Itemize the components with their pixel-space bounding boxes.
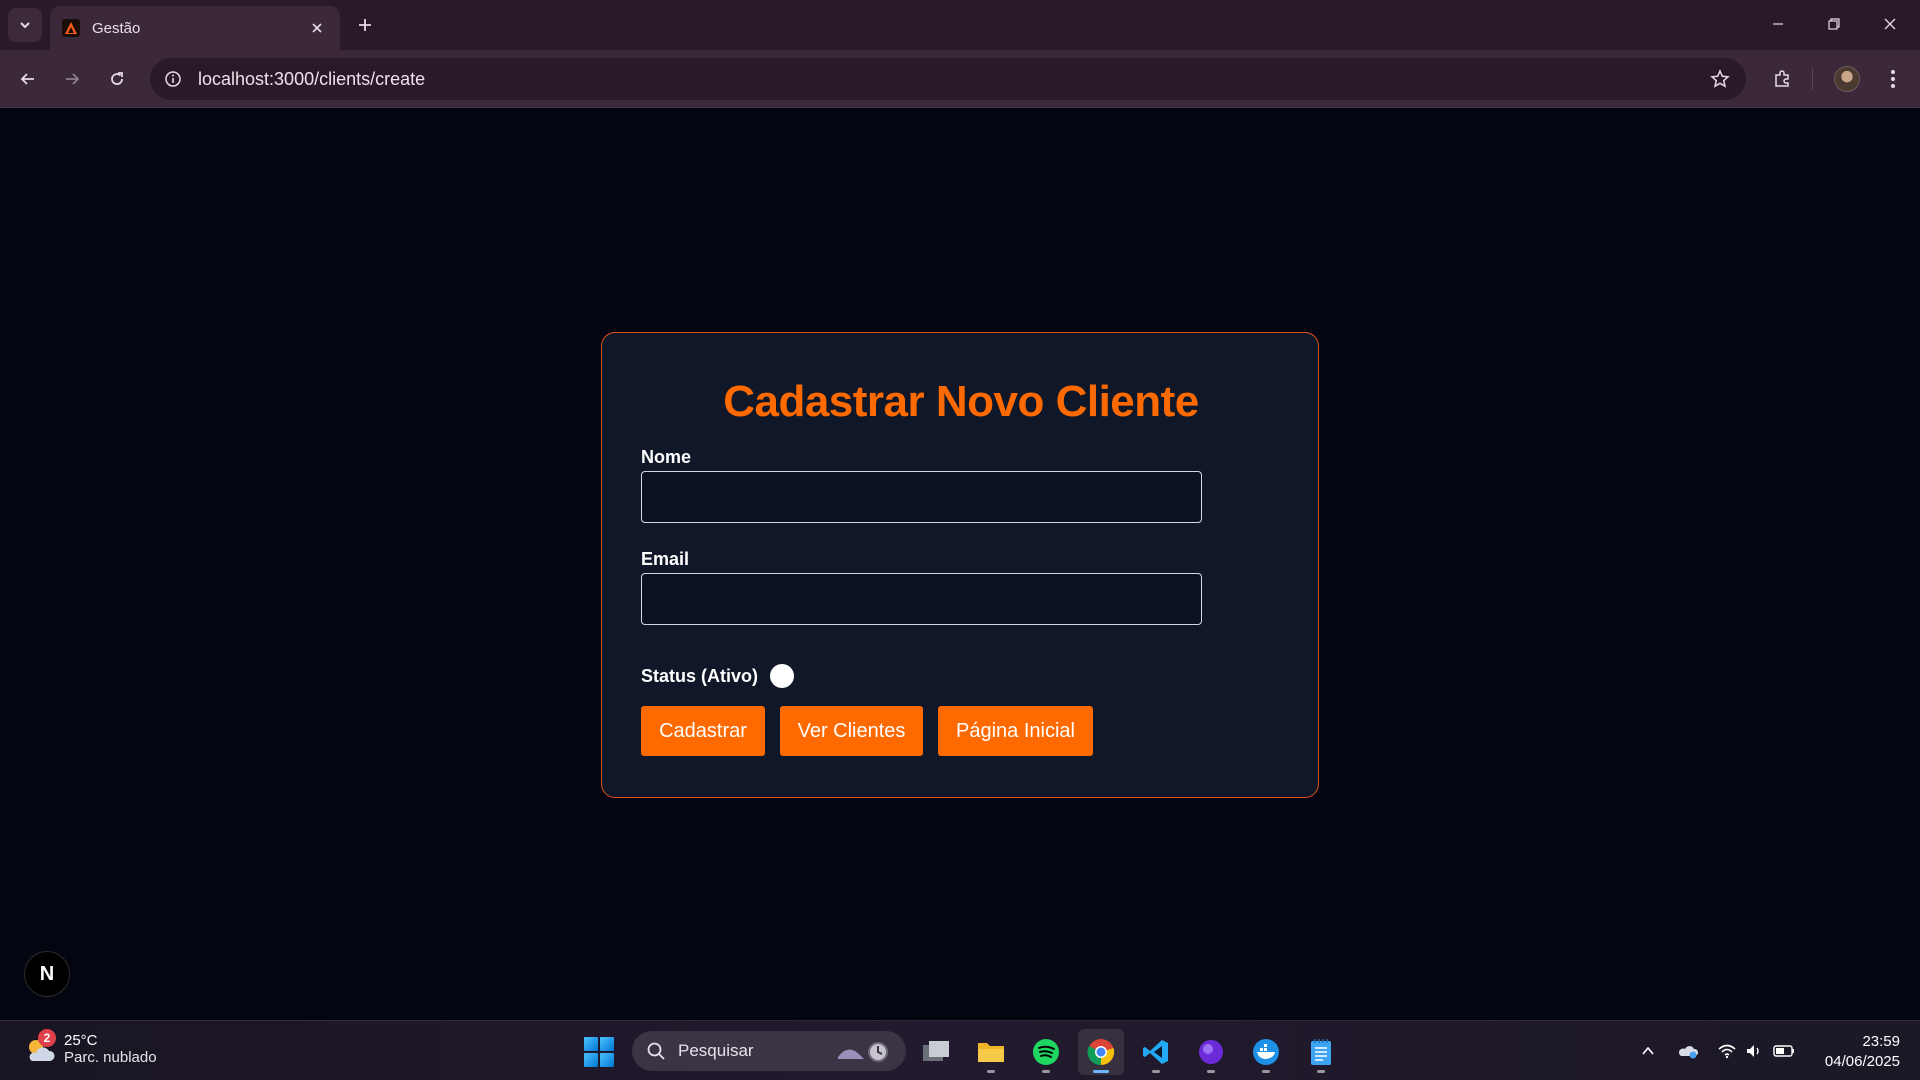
search-placeholder: Pesquisar [678, 1041, 754, 1060]
tab-title: Gestão [92, 19, 141, 37]
window-close-icon[interactable] [1870, 8, 1910, 40]
folder-icon[interactable] [968, 1029, 1014, 1075]
wifi-icon[interactable] [1715, 1039, 1739, 1063]
extensions-icon[interactable] [1766, 63, 1798, 95]
onedrive-icon[interactable] [1676, 1039, 1700, 1063]
url-text: localhost:3000/clients/create [198, 68, 426, 89]
info-icon[interactable] [162, 68, 184, 90]
vscode-icon[interactable] [1133, 1029, 1179, 1075]
search-highlight-icon [838, 1042, 888, 1062]
forward-icon[interactable] [56, 63, 88, 95]
volume-icon[interactable] [1743, 1039, 1767, 1063]
home-page-button[interactable]: Página Inicial [938, 706, 1093, 756]
weather-temperature: 25°C [64, 1032, 98, 1049]
avatar [1834, 66, 1860, 92]
minimize-icon[interactable] [1758, 8, 1798, 40]
docker-icon[interactable] [1243, 1029, 1289, 1075]
create-client-form: Cadastrar Novo Cliente Nome Email Status… [601, 332, 1319, 798]
windows-start-icon[interactable] [584, 1037, 614, 1067]
close-icon[interactable] [306, 17, 328, 39]
taskbar: 2 25°C Parc. nublado Pesquisar 23:59 04/… [0, 1020, 1920, 1080]
spotify-icon[interactable] [1023, 1029, 1069, 1075]
status-label: Status (Ativo) [641, 665, 758, 686]
notepad-icon[interactable] [1298, 1029, 1344, 1075]
taskbar-search[interactable]: Pesquisar [632, 1031, 906, 1071]
name-label: Nome [641, 447, 692, 467]
toggle-knob [770, 664, 794, 688]
page-title: Cadastrar Novo Cliente [723, 377, 1199, 426]
star-icon[interactable] [1708, 67, 1732, 91]
browser-tab[interactable]: Gestão [50, 6, 340, 50]
email-input[interactable] [641, 573, 1202, 625]
status-row: Status (Ativo) [641, 661, 824, 691]
weather-widget[interactable]: 2 25°C Parc. nublado [22, 1029, 157, 1067]
purple-app-icon[interactable] [1188, 1029, 1234, 1075]
address-bar[interactable]: localhost:3000/clients/create [150, 58, 1746, 100]
restore-icon[interactable] [1814, 8, 1854, 40]
chevron-up-icon[interactable] [1636, 1039, 1660, 1063]
nextjs-badge-letter: N [39, 962, 55, 985]
reload-icon[interactable] [101, 63, 133, 95]
file-manager-icon[interactable] [913, 1029, 959, 1075]
menu-icon[interactable] [1877, 63, 1909, 95]
notification-badge: 2 [38, 1029, 56, 1047]
plus-icon[interactable] [350, 10, 380, 40]
name-input[interactable] [641, 471, 1202, 523]
clock-time: 23:59 [1862, 1033, 1900, 1050]
email-label: Email [641, 549, 690, 569]
page-content: Cadastrar Novo Cliente Nome Email Status… [0, 109, 1920, 1020]
profile-button[interactable] [1831, 63, 1863, 95]
clock-date: 04/06/2025 [1824, 1053, 1900, 1070]
favicon-icon [62, 19, 80, 37]
system-clock[interactable]: 23:59 04/06/2025 [1810, 1032, 1900, 1072]
browser-toolbar: localhost:3000/clients/create [0, 50, 1920, 108]
back-icon[interactable] [12, 63, 44, 95]
weather-condition: Parc. nublado [64, 1049, 157, 1066]
status-toggle[interactable] [770, 661, 824, 691]
weather-icon: 2 [22, 1029, 58, 1067]
nextjs-dev-badge[interactable]: N [24, 951, 70, 997]
battery-icon[interactable] [1772, 1039, 1796, 1063]
tab-list-icon[interactable] [8, 8, 42, 42]
submit-button[interactable]: Cadastrar [641, 706, 765, 756]
toolbar-divider [1812, 68, 1813, 90]
chrome-icon[interactable] [1078, 1029, 1124, 1075]
search-icon [647, 1042, 665, 1060]
browser-tab-bar: Gestão [0, 0, 1920, 50]
view-clients-button[interactable]: Ver Clientes [780, 706, 923, 756]
